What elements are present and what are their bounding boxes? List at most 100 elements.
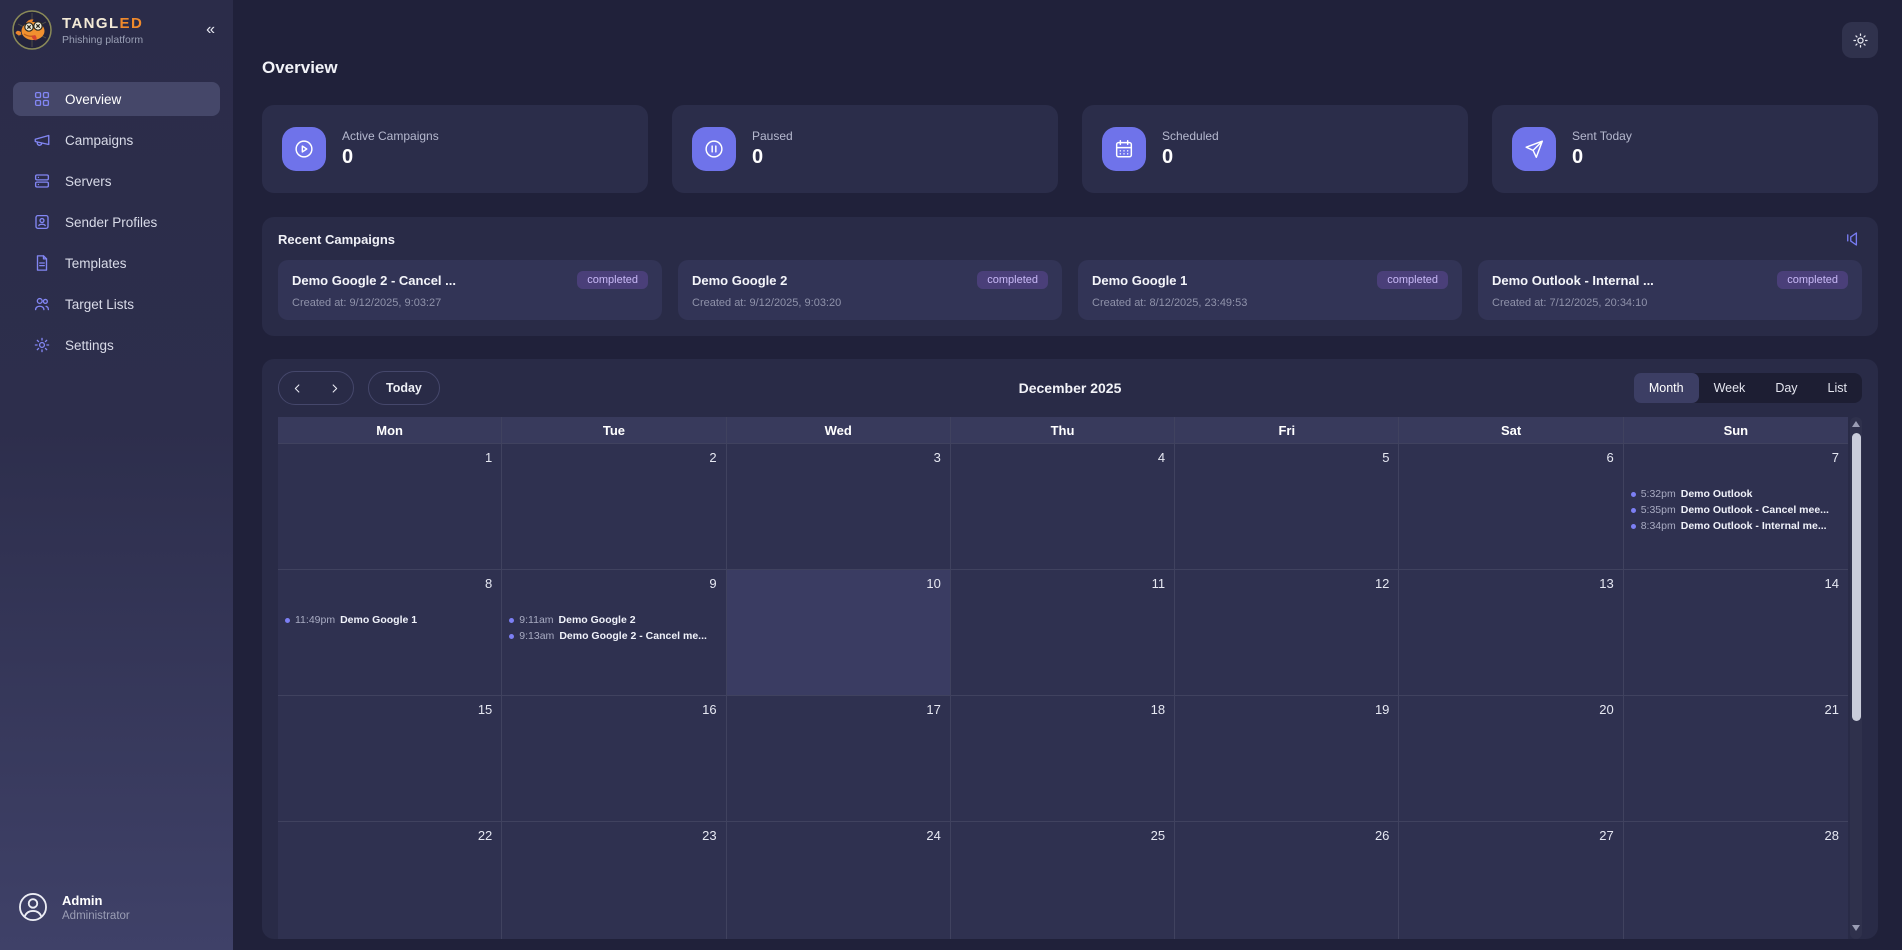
stat-card-paused: Paused 0 <box>672 105 1058 193</box>
view-month-button[interactable]: Month <box>1634 373 1699 403</box>
calendar-day-cell[interactable]: 3 <box>727 443 951 569</box>
chevron-right-icon <box>328 382 341 395</box>
calendar-today-button[interactable]: Today <box>368 371 440 405</box>
view-day-button[interactable]: Day <box>1760 373 1812 403</box>
campaigns-link-button[interactable] <box>1844 230 1862 248</box>
events-list: 9:11amDemo Google 2 9:13amDemo Google 2 -… <box>509 614 721 646</box>
user-profile[interactable]: Admin Administrator <box>0 890 233 950</box>
day-number: 20 <box>1599 702 1613 717</box>
user-name: Admin <box>62 893 130 908</box>
calendar-day-cell[interactable]: 811:49pmDemo Google 1 <box>278 569 502 695</box>
calendar-day-cell[interactable]: 23 <box>502 821 726 939</box>
sidebar-item-settings[interactable]: Settings <box>13 328 220 362</box>
calendar-day-cell[interactable]: 11 <box>951 569 1175 695</box>
sidebar-item-sender-profiles[interactable]: Sender Profiles <box>13 205 220 239</box>
recent-campaigns-title: Recent Campaigns <box>278 232 395 247</box>
calendar-scrollbar[interactable] <box>1850 417 1862 939</box>
day-header-sat: Sat <box>1399 417 1623 443</box>
theme-toggle-button[interactable] <box>1842 22 1878 58</box>
calendar-day-cell[interactable]: 22 <box>278 821 502 939</box>
calendar-day-cell[interactable]: 5 <box>1175 443 1399 569</box>
sidebar-item-label: Target Lists <box>65 297 134 312</box>
calendar-day-cell[interactable]: 4 <box>951 443 1175 569</box>
calendar-day-cell[interactable]: 6 <box>1399 443 1623 569</box>
stats-row: Active Campaigns0Paused0Scheduled0Sent T… <box>262 105 1878 193</box>
view-list-button[interactable]: List <box>1813 373 1862 403</box>
calendar-day-cell[interactable]: 21 <box>1624 695 1848 821</box>
calendar-event[interactable]: 9:13amDemo Google 2 - Cancel me... <box>509 630 721 642</box>
day-header-sun: Sun <box>1624 417 1848 443</box>
calendar-next-button[interactable] <box>316 372 353 404</box>
page-title: Overview <box>262 58 1878 78</box>
calendar-event[interactable]: 9:11amDemo Google 2 <box>509 614 721 626</box>
event-title: Demo Outlook - Internal me... <box>1681 520 1827 532</box>
calendar-panel: Today December 2025 MonthWeekDayList Mon… <box>262 359 1878 939</box>
calendar-day-cell[interactable]: 17 <box>727 695 951 821</box>
calendar-day-cell[interactable]: 20 <box>1399 695 1623 821</box>
scrollbar-down-arrow-icon[interactable] <box>1852 925 1860 931</box>
calendar-day-cell[interactable]: 99:11amDemo Google 29:13amDemo Google 2 … <box>502 569 726 695</box>
campaign-card[interactable]: Demo Google 2completedCreated at: 9/12/2… <box>678 260 1062 320</box>
sidebar-item-label: Campaigns <box>65 133 133 148</box>
campaign-title: Demo Google 1 <box>1092 273 1187 288</box>
sidebar-item-campaigns[interactable]: Campaigns <box>13 123 220 157</box>
day-number: 26 <box>1375 828 1389 843</box>
event-title: Demo Outlook - Cancel mee... <box>1681 504 1829 516</box>
calendar-day-cell[interactable]: 25 <box>951 821 1175 939</box>
view-week-button[interactable]: Week <box>1699 373 1761 403</box>
sidebar-item-label: Templates <box>65 256 127 271</box>
user-role: Administrator <box>62 910 130 922</box>
stat-label: Scheduled <box>1162 129 1219 143</box>
campaign-card[interactable]: Demo Outlook - Internal ...completedCrea… <box>1478 260 1862 320</box>
sidebar-nav: Overview Campaigns Servers Sender Profiles T… <box>0 82 233 362</box>
calendar-day-cell[interactable]: 2 <box>502 443 726 569</box>
server-icon <box>33 172 51 190</box>
campaign-created-at: Created at: 8/12/2025, 23:49:53 <box>1092 297 1448 309</box>
calendar-day-cell[interactable]: 28 <box>1624 821 1848 939</box>
calendar-day-cell[interactable]: 13 <box>1399 569 1623 695</box>
calendar-day-cell[interactable]: 1 <box>278 443 502 569</box>
campaign-created-at: Created at: 7/12/2025, 20:34:10 <box>1492 297 1848 309</box>
calendar-day-cell[interactable]: 14 <box>1624 569 1848 695</box>
calendar-day-cell[interactable]: 24 <box>727 821 951 939</box>
calendar-day-cell[interactable]: 26 <box>1175 821 1399 939</box>
users-icon <box>33 295 51 313</box>
events-list: 11:49pmDemo Google 1 <box>285 614 497 630</box>
sidebar-item-target-lists[interactable]: Target Lists <box>13 287 220 321</box>
sidebar-collapse-button[interactable]: « <box>200 19 221 41</box>
calendar-event[interactable]: 5:32pmDemo Outlook <box>1631 488 1844 500</box>
sidebar-item-label: Sender Profiles <box>65 215 157 230</box>
sidebar-item-overview[interactable]: Overview <box>13 82 220 116</box>
calendar-day-cell[interactable]: 12 <box>1175 569 1399 695</box>
events-list: 5:32pmDemo Outlook 5:35pmDemo Outlook - C… <box>1631 488 1844 536</box>
sidebar-item-servers[interactable]: Servers <box>13 164 220 198</box>
scrollbar-up-arrow-icon[interactable] <box>1852 421 1860 427</box>
send-icon <box>1512 127 1556 171</box>
calendar-day-cell[interactable]: 18 <box>951 695 1175 821</box>
main-content: Overview Active Campaigns0Paused0Schedul… <box>233 0 1902 950</box>
calendar-title: December 2025 <box>278 380 1862 396</box>
calendar-event[interactable]: 8:34pmDemo Outlook - Internal me... <box>1631 520 1844 532</box>
calendar-event[interactable]: 5:35pmDemo Outlook - Cancel mee... <box>1631 504 1844 516</box>
event-time: 9:13am <box>519 630 554 642</box>
calendar-day-cell[interactable]: 75:32pmDemo Outlook5:35pmDemo Outlook - … <box>1624 443 1848 569</box>
campaign-card[interactable]: Demo Google 2 - Cancel ...completedCreat… <box>278 260 662 320</box>
calendar-day-cell[interactable]: 27 <box>1399 821 1623 939</box>
event-dot-icon <box>285 618 290 623</box>
scrollbar-thumb[interactable] <box>1852 433 1861 721</box>
sidebar-item-templates[interactable]: Templates <box>13 246 220 280</box>
calendar-prev-button[interactable] <box>279 372 316 404</box>
calendar-day-cell[interactable]: 15 <box>278 695 502 821</box>
calendar-day-cell[interactable]: 16 <box>502 695 726 821</box>
stat-value: 0 <box>752 146 793 169</box>
day-number: 2 <box>709 450 716 465</box>
grid-icon <box>33 90 51 108</box>
day-header-fri: Fri <box>1175 417 1399 443</box>
stat-label: Paused <box>752 129 793 143</box>
campaign-card[interactable]: Demo Google 1completedCreated at: 8/12/2… <box>1078 260 1462 320</box>
user-avatar-icon <box>16 890 50 924</box>
logo-row: TANGLED Phishing platform « <box>0 0 233 56</box>
calendar-day-cell[interactable]: 10 <box>727 569 951 695</box>
calendar-day-cell[interactable]: 19 <box>1175 695 1399 821</box>
calendar-event[interactable]: 11:49pmDemo Google 1 <box>285 614 497 626</box>
